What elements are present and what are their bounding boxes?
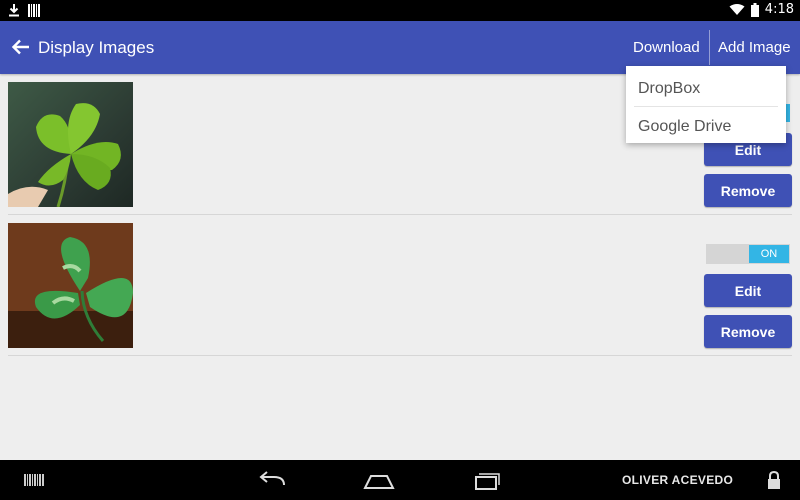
clock: 4:18: [764, 2, 794, 17]
clover-image: [8, 223, 133, 348]
navigation-bar: OLIVER ACEVEDO: [0, 460, 800, 500]
back-nav-icon[interactable]: [256, 468, 288, 492]
add-image-menu: DropBox Google Drive: [626, 66, 786, 143]
recent-apps-icon[interactable]: [470, 468, 502, 492]
list-item: ON Edit Remove: [8, 221, 792, 356]
page-title: Display Images: [38, 38, 155, 57]
visibility-toggle[interactable]: ON: [706, 244, 790, 264]
menu-item-dropbox[interactable]: DropBox: [638, 80, 700, 98]
notification-icons: [8, 3, 40, 17]
action-divider: [709, 30, 710, 65]
wifi-icon: [729, 4, 745, 15]
lock-icon[interactable]: [766, 470, 782, 490]
clover-image: [8, 82, 133, 207]
remove-button[interactable]: Remove: [704, 174, 792, 207]
barcode-icon: [24, 474, 44, 486]
download-icon: [9, 4, 19, 17]
toggle-on-label: ON: [749, 245, 789, 263]
edit-button[interactable]: Edit: [704, 274, 792, 307]
home-nav-icon[interactable]: [362, 468, 396, 492]
barcode-icon: [28, 3, 40, 17]
back-arrow-icon[interactable]: [10, 36, 32, 58]
status-bar: 4:18: [0, 0, 800, 21]
toggle-edge: [786, 104, 790, 122]
battery-icon: [750, 2, 759, 17]
user-name: OLIVER ACEVEDO: [622, 473, 734, 487]
add-image-button[interactable]: Add Image: [718, 39, 791, 56]
menu-item-google-drive[interactable]: Google Drive: [638, 118, 731, 136]
menu-divider: [634, 106, 778, 107]
system-icons: 4:18: [729, 2, 794, 17]
remove-button[interactable]: Remove: [704, 315, 792, 348]
download-button[interactable]: Download: [633, 39, 700, 56]
